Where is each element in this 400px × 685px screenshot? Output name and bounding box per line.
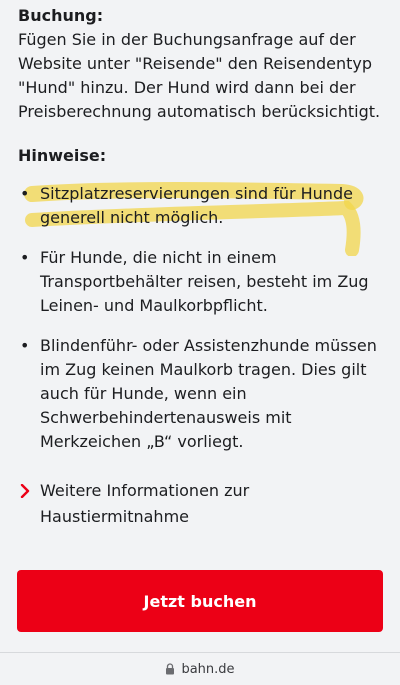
- note-line: Transportbehälter reisen, besteht im Zug: [40, 272, 369, 291]
- note-line: Leinen- und Maulkorbpflicht.: [40, 296, 268, 315]
- bullet: •: [20, 248, 30, 267]
- booking-line: Preisberechnung automatisch berücksichti…: [18, 102, 381, 121]
- more-info-line: Haustiermitnahme: [40, 507, 189, 526]
- note-line: generell nicht möglich.: [40, 208, 224, 227]
- more-info-line: Weitere Informationen zur: [40, 481, 250, 500]
- booking-line: "Hund" hinzu. Der Hund wird dann bei der: [18, 78, 356, 97]
- list-item: • Blindenführ- oder Assistenzhunde müsse…: [18, 334, 390, 454]
- note-line: auch für Hunde, wenn ein: [40, 384, 247, 403]
- bullet: •: [20, 336, 30, 355]
- bullet: •: [20, 184, 30, 203]
- main-content: Buchung: Fügen Sie in der Buchungsanfrag…: [18, 4, 390, 530]
- note-line: Für Hunde, die nicht in einem: [40, 248, 277, 267]
- list-item: • Sitzplatzreservierungen sind für Hunde…: [18, 182, 390, 256]
- note-line: Blindenführ- oder Assistenzhunde müssen: [40, 336, 377, 355]
- book-now-label: Jetzt buchen: [143, 591, 257, 611]
- browser-address-bar[interactable]: bahn.de: [0, 652, 400, 685]
- booking-line: Fügen Sie in der Buchungsanfrage auf der: [18, 30, 356, 49]
- lock-icon: [166, 663, 175, 675]
- book-now-button[interactable]: Jetzt buchen: [17, 570, 383, 632]
- note-line: im Zug keinen Maulkorb tragen. Dies gilt: [40, 360, 367, 379]
- booking-text: Fügen Sie in der Buchungsanfrage auf der…: [18, 28, 390, 124]
- chevron-right-icon: [20, 480, 30, 506]
- notes-list: • Sitzplatzreservierungen sind für Hunde…: [18, 182, 390, 454]
- booking-line: Website unter "Reisende" den Reisendenty…: [18, 54, 373, 73]
- note-line: Merkzeichen „B“ vorliegt.: [40, 432, 244, 451]
- note-line: Schwerbehindertenausweis mit: [40, 408, 292, 427]
- notes-heading: Hinweise:: [18, 146, 107, 165]
- note-line: Sitzplatzreservierungen sind für Hunde: [40, 184, 353, 203]
- domain-label: bahn.de: [181, 661, 235, 677]
- booking-heading: Buchung:: [18, 6, 104, 25]
- more-info-link[interactable]: Weitere Informationen zur Haustiermitnah…: [18, 478, 320, 530]
- list-item: • Für Hunde, die nicht in einem Transpor…: [18, 246, 390, 318]
